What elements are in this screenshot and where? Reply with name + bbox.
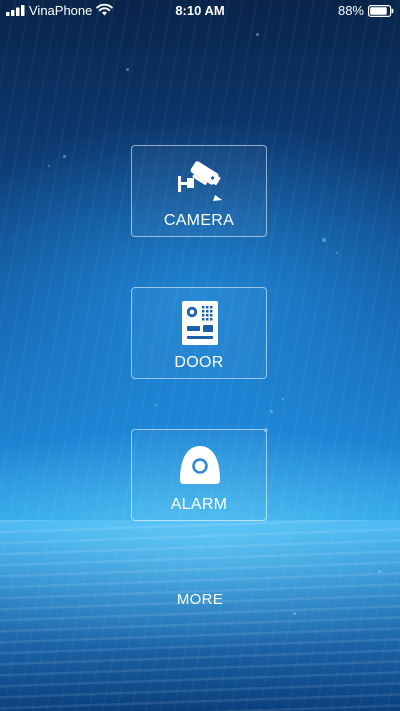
camera-label: CAMERA	[163, 212, 235, 229]
door-intercom-icon	[182, 301, 218, 345]
bubble	[155, 404, 157, 406]
bubble	[256, 33, 259, 36]
bubble	[378, 570, 381, 573]
bubble	[293, 612, 296, 615]
battery-percentage: 88%	[337, 3, 364, 18]
door-label: DOOR	[174, 354, 224, 371]
bubble	[270, 410, 273, 413]
bubble	[126, 68, 129, 71]
water-surface	[0, 520, 400, 711]
bubble	[322, 238, 326, 242]
bubble	[282, 398, 284, 400]
alarm-sensor-icon	[180, 446, 220, 484]
door-button[interactable]: DOOR	[131, 287, 267, 379]
camera-button[interactable]: CAMERA	[131, 145, 267, 237]
bubble	[63, 155, 66, 158]
alarm-button[interactable]: ALARM	[131, 429, 267, 521]
security-camera-icon	[178, 161, 222, 201]
more-button[interactable]: MORE	[0, 591, 400, 608]
battery-icon	[368, 5, 394, 17]
bubble	[48, 165, 50, 167]
status-bar: VinaPhone 8:10 AM 88%	[0, 0, 400, 22]
alarm-label: ALARM	[170, 496, 228, 513]
bubble	[336, 252, 338, 254]
